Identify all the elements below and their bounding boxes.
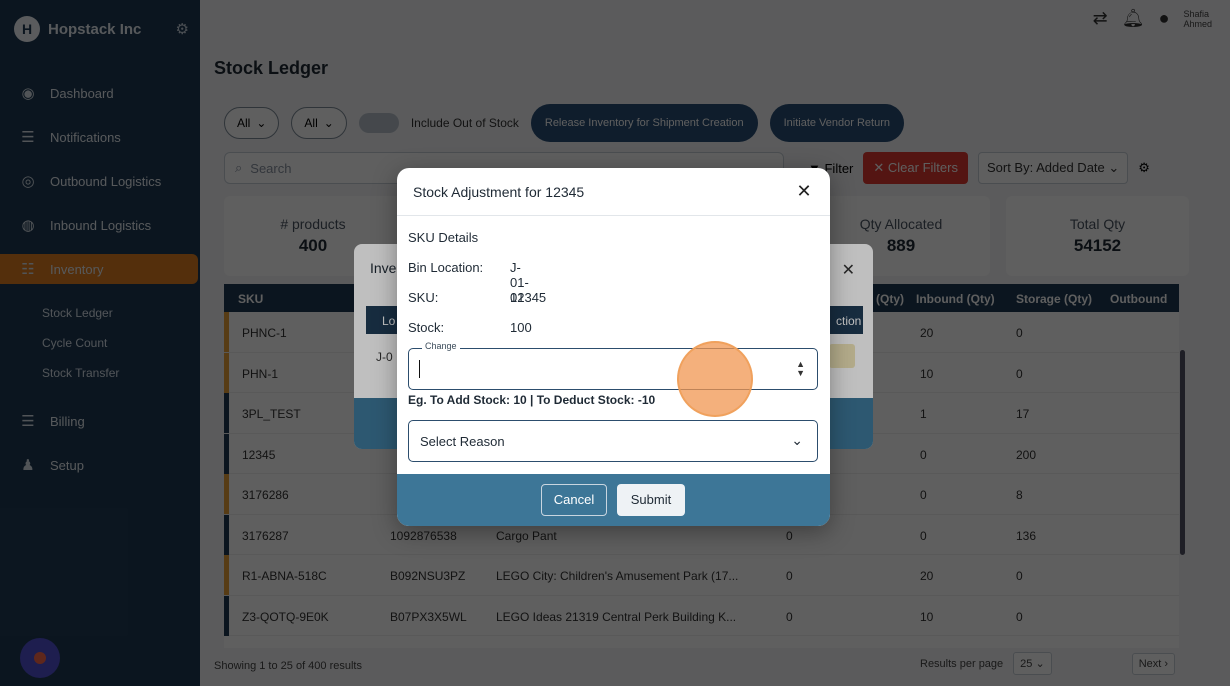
bin-location-label: Bin Location: [408,260,484,275]
modal-title: Stock Adjustment for 12345 [413,184,585,200]
close-icon[interactable]: ✕ [794,181,814,201]
stock-adjustment-modal: Stock Adjustment for 12345 ✕ SKU Details… [397,168,830,526]
sku-value: 12345 [510,290,547,305]
change-input[interactable]: Change ▲ ▼ [408,341,818,390]
sku-label: SKU: [408,290,439,305]
stock-label: Stock: [408,320,445,335]
submit-button[interactable]: Submit [617,484,685,516]
modal-footer: Cancel Submit [397,474,830,526]
change-hint: Eg. To Add Stock: 10 | To Deduct Stock: … [408,393,656,407]
text-caret [419,360,420,378]
chevron-down-icon: ⌄ [791,432,803,448]
change-field-label: Change [422,341,460,351]
stock-value: 100 [510,320,532,335]
stepper-icon[interactable]: ▲ ▼ [796,360,805,378]
click-indicator [677,341,753,417]
reason-placeholder: Select Reason [420,434,505,449]
reason-select[interactable]: Select Reason ⌄ [408,420,818,462]
cancel-button[interactable]: Cancel [541,484,607,516]
modal-header: Stock Adjustment for 12345 ✕ [397,168,830,216]
sku-details-heading: SKU Details [408,230,479,245]
